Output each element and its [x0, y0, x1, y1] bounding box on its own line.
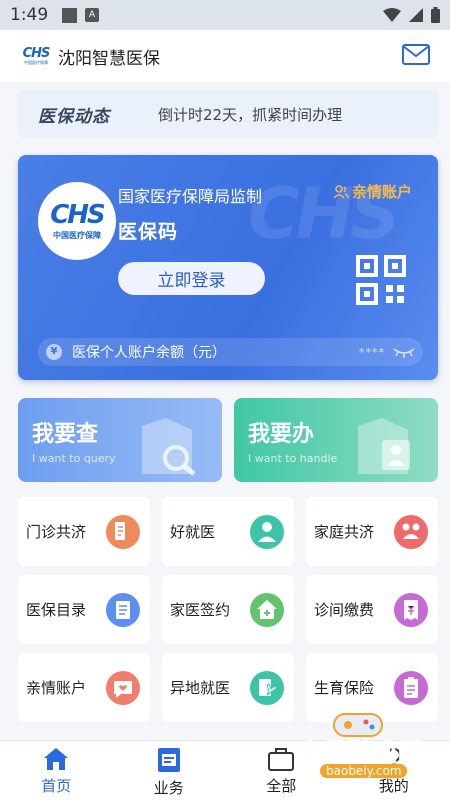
- service-tile[interactable]: 家庭共济: [306, 497, 438, 566]
- service-tile[interactable]: 诊间缴费: [306, 575, 438, 644]
- service-label: 家庭共济: [314, 523, 375, 541]
- status-bar: 1:49 A: [0, 0, 450, 30]
- service-label: 诊间缴费: [314, 601, 375, 619]
- service-tile[interactable]: 医保目录: [18, 575, 150, 644]
- doctor-icon: [250, 514, 284, 549]
- balance-bar[interactable]: ¥ 医保个人账户余额（元） ****: [38, 338, 423, 366]
- service-label: 亲情账户: [26, 679, 87, 697]
- service-grid: 门诊共济 好就医 家庭共济医保目录 家医签约 诊间缴费亲情账户 异地就医 生育保险: [18, 497, 438, 722]
- chat-heart-icon: [106, 670, 140, 705]
- home-medical-icon: [250, 592, 284, 627]
- list-icon: [106, 592, 140, 627]
- document-icon: [106, 514, 140, 549]
- news-text: 倒计时22天，抓紧时间办理: [158, 105, 343, 124]
- service-label: 门诊共济: [26, 523, 87, 541]
- nav-home-label: 首页: [41, 777, 72, 795]
- card-logo-subtext: 中国医疗保障: [53, 230, 101, 240]
- service-tile[interactable]: 门诊共济: [18, 497, 150, 566]
- nav-business-label: 业务: [153, 779, 184, 797]
- receipt-icon: [394, 592, 428, 627]
- service-label: 生育保险: [314, 679, 375, 697]
- plane-icon: [250, 670, 284, 705]
- service-tile[interactable]: 家医签约: [162, 575, 294, 644]
- chs-logo: CHS 中国医疗保障: [20, 47, 52, 65]
- news-title: 医保动态: [38, 106, 110, 127]
- service-tile[interactable]: 好就医: [162, 497, 294, 566]
- notification-a-icon: A: [85, 8, 99, 22]
- status-time: 1:49: [10, 5, 49, 25]
- folder-person-icon: [358, 418, 410, 474]
- handle-title: 我要办: [248, 422, 315, 447]
- nav-home[interactable]: 首页: [0, 741, 113, 800]
- yuan-icon: ¥: [46, 344, 62, 360]
- card-logo-text: CHS: [50, 199, 106, 230]
- home-icon: [44, 748, 69, 770]
- family-icon: [394, 514, 428, 549]
- query-subtitle: I want to query: [32, 452, 116, 465]
- service-tile[interactable]: 亲情账户: [18, 653, 150, 722]
- notification-square-icon: [62, 7, 77, 23]
- eye-closed-icon[interactable]: [393, 346, 415, 358]
- balance-value: ****: [359, 345, 385, 359]
- query-title: 我要查: [32, 422, 99, 447]
- insurance-code-card: CHS CHS 中国医疗保障 国家医疗保障局监制 亲情账户 医保码 立即登录 ¥…: [18, 155, 438, 380]
- signal-icon: [409, 8, 423, 22]
- users-icon: [333, 184, 349, 199]
- login-button[interactable]: 立即登录: [118, 262, 265, 295]
- clipboard-icon: [394, 670, 428, 705]
- battery-icon: [431, 7, 440, 23]
- card-code-name: 医保码: [118, 221, 179, 243]
- balance-label: 医保个人账户余额（元）: [72, 345, 226, 361]
- wifi-icon: [383, 8, 401, 22]
- card-authority: 国家医疗保障局监制: [118, 187, 263, 206]
- qr-code-icon[interactable]: [356, 255, 406, 305]
- handle-card[interactable]: 我要办 I want to handle: [234, 398, 438, 482]
- service-label: 好就医: [170, 523, 216, 541]
- business-icon: [157, 748, 180, 772]
- folder-search-icon: [142, 418, 196, 476]
- family-account-label: 亲情账户: [352, 183, 413, 201]
- app-title: 沈阳智慧医保: [58, 48, 160, 69]
- chs-logo-text: CHS: [22, 46, 51, 61]
- query-card[interactable]: 我要查 I want to query: [18, 398, 222, 482]
- watermark-text: 宝贝游戏网: [298, 738, 423, 767]
- news-banner[interactable]: 医保动态 倒计时22天，抓紧时间办理: [18, 90, 438, 138]
- app-header: CHS 中国医疗保障 沈阳智慧医保: [0, 30, 450, 82]
- service-label: 异地就医: [170, 679, 231, 697]
- handle-subtitle: I want to handle: [248, 452, 338, 465]
- mail-icon[interactable]: [402, 43, 430, 69]
- watermark-url: baobeiy.com: [320, 764, 408, 778]
- family-account-link[interactable]: 亲情账户: [333, 181, 412, 202]
- service-label: 家医签约: [170, 601, 231, 619]
- site-watermark: 宝贝游戏网 baobeiy.com: [270, 708, 450, 800]
- card-chs-logo: CHS 中国医疗保障: [38, 182, 116, 260]
- chs-logo-subtext: 中国医疗保障: [24, 60, 48, 65]
- service-label: 医保目录: [26, 601, 87, 619]
- nav-business[interactable]: 业务: [113, 741, 226, 800]
